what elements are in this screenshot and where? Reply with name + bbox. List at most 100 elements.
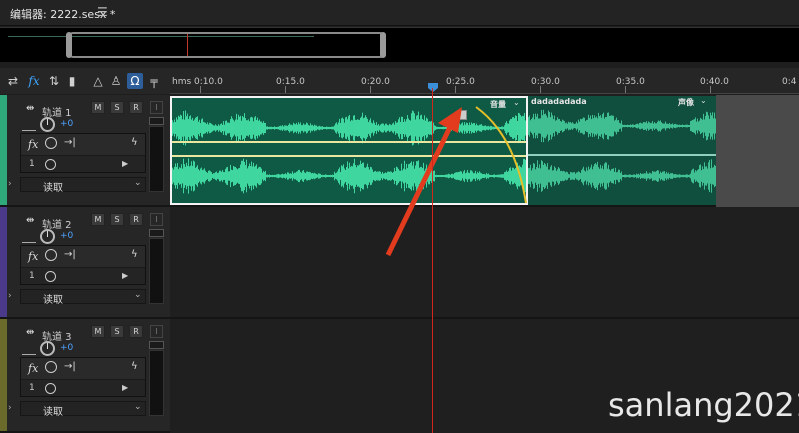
play-icon[interactable]: ▶ <box>122 383 128 392</box>
effect-slot[interactable]: 1 ▶ <box>21 267 145 284</box>
ruler-tick <box>370 86 371 93</box>
ruler-label: 0:30.0 <box>531 77 560 87</box>
audio-track-icon: ⇹ <box>26 103 35 114</box>
overview-playhead <box>187 34 188 56</box>
playhead-line <box>432 88 433 433</box>
solo-button[interactable]: S <box>110 101 124 114</box>
ruler-tick <box>200 86 201 93</box>
track-color-strip <box>0 207 7 317</box>
overview-zoom-viewport[interactable] <box>68 32 385 58</box>
metronome-icon[interactable]: △ <box>91 73 105 89</box>
input-monitor-button[interactable]: I <box>150 325 163 338</box>
chevron-right-icon[interactable]: › <box>8 291 12 301</box>
annotation-arrow-shaft <box>385 121 455 257</box>
overview-left-handle[interactable] <box>66 32 72 58</box>
fx-label: fx <box>28 138 39 151</box>
power-icon[interactable] <box>45 249 57 261</box>
meter-cap <box>149 341 164 349</box>
ruler-label: 0:25.0 <box>446 77 475 87</box>
watermark: sanlang2021 <box>608 386 799 424</box>
solo-button[interactable]: S <box>110 213 124 226</box>
ruler-tick <box>625 86 626 93</box>
route-icon[interactable]: →| <box>64 249 76 260</box>
play-icon[interactable]: ▶ <box>122 159 128 168</box>
effect-slot[interactable]: 1 ▶ <box>21 155 145 172</box>
volume-knob[interactable] <box>40 229 55 244</box>
record-button[interactable]: R <box>129 325 143 338</box>
hamburger-menu-icon[interactable]: ☰ <box>97 5 109 19</box>
overview-right-handle[interactable] <box>380 32 386 58</box>
track-toolbar: ⇄ fx ⇅ ▮ △ ♙ Ω ╤ <box>0 68 170 94</box>
mute-button[interactable]: M <box>91 101 105 114</box>
waveform-edit-icon[interactable]: ♙ <box>109 73 123 89</box>
track-header-3: ⇹ 轨道 3 M S R I +0 fx →| ϟ 1 ▶ › 读取 ⌄ <box>0 319 312 433</box>
automation-mode-select[interactable]: 读取 ⌄ <box>20 289 146 306</box>
track-header-1: ⇹ 轨道 1 M S R I +0 fx →| ϟ 1 ▶ › 读取 ⌄ <box>0 95 312 207</box>
record-button[interactable]: R <box>129 101 143 114</box>
slot-number: 1 <box>29 159 35 169</box>
record-button[interactable]: R <box>129 213 143 226</box>
session-overview[interactable] <box>0 27 799 62</box>
level-meter <box>149 350 312 416</box>
volume-value[interactable]: +0 <box>60 119 73 129</box>
volume-knob[interactable] <box>40 341 55 356</box>
lightning-icon[interactable]: ϟ <box>131 137 138 148</box>
power-icon[interactable] <box>45 159 56 170</box>
volume-icon <box>22 347 36 355</box>
route-icon[interactable]: →| <box>64 361 76 372</box>
input-monitor-button[interactable]: I <box>150 101 163 114</box>
chevron-right-icon[interactable]: › <box>8 179 12 189</box>
lightning-icon[interactable]: ϟ <box>131 361 138 372</box>
fade-out-curve <box>475 106 527 204</box>
automation-mode-select[interactable]: 读取 ⌄ <box>20 177 146 194</box>
power-icon[interactable] <box>45 383 56 394</box>
chevron-down-icon: ⌄ <box>134 290 142 300</box>
input-monitor-button[interactable]: I <box>150 213 163 226</box>
play-icon[interactable]: ▶ <box>122 271 128 280</box>
swap-arrows-icon[interactable]: ⇄ <box>6 73 20 89</box>
ruler-label: 0:15.0 <box>276 77 305 87</box>
slot-number: 1 <box>29 271 35 281</box>
meter-cap <box>149 117 164 125</box>
levels-icon[interactable]: ▮ <box>65 73 79 89</box>
effects-rack: fx →| ϟ 1 ▶ <box>20 357 146 397</box>
ruler-label: hms 0:10.0 <box>172 77 223 87</box>
annotation-overlay <box>385 106 527 257</box>
ruler-label: 0:20.0 <box>361 77 390 87</box>
input-output-icon[interactable]: ⇅ <box>47 73 61 89</box>
ruler-label: 0:40.0 <box>700 77 729 87</box>
slot-number: 1 <box>29 383 35 393</box>
editor-title-bar: 编辑器: 2222.sesx * ☰ <box>0 0 799 26</box>
ruler-tick <box>710 86 711 93</box>
volume-knob[interactable] <box>40 117 55 132</box>
automation-mode-select[interactable]: 读取 ⌄ <box>20 401 146 418</box>
power-icon[interactable] <box>45 361 57 373</box>
ruler-tick <box>455 86 456 93</box>
chevron-right-icon[interactable]: › <box>8 403 12 413</box>
volume-icon <box>22 123 36 131</box>
volume-value[interactable]: +0 <box>60 343 73 353</box>
time-ruler[interactable]: hms 0:10.0 0:15.0 0:20.0 0:25.0 0:30.0 0… <box>170 68 799 94</box>
mute-button[interactable]: M <box>91 325 105 338</box>
power-icon[interactable] <box>45 271 56 282</box>
meter-cap <box>149 229 164 237</box>
ruler-tick <box>540 86 541 93</box>
automation-mode: 读取 <box>43 407 63 418</box>
mute-button[interactable]: M <box>91 213 105 226</box>
fx-icon[interactable]: fx <box>26 73 42 89</box>
route-icon[interactable]: →| <box>64 137 76 148</box>
volume-value[interactable]: +0 <box>60 231 73 241</box>
level-meter <box>149 126 312 192</box>
volume-icon <box>22 235 36 243</box>
headphones-icon[interactable]: Ω <box>127 73 143 89</box>
marker-icon[interactable]: ╤ <box>148 73 160 89</box>
solo-button[interactable]: S <box>110 325 124 338</box>
fx-label: fx <box>28 362 39 375</box>
track-color-strip <box>0 95 7 205</box>
ruler-label: 0:35.0 <box>616 77 645 87</box>
level-meter <box>149 238 312 304</box>
chevron-down-icon: ⌄ <box>134 402 142 412</box>
effect-slot[interactable]: 1 ▶ <box>21 379 145 396</box>
power-icon[interactable] <box>45 137 57 149</box>
lightning-icon[interactable]: ϟ <box>131 249 138 260</box>
